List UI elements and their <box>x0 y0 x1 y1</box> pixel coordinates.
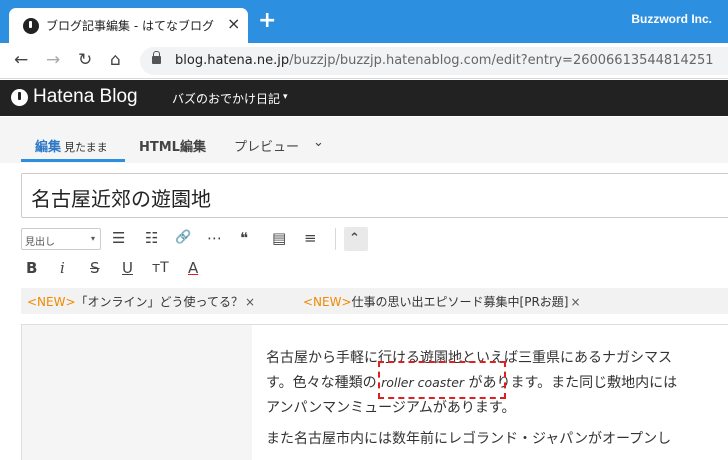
heading-select-value: 見出し <box>25 237 55 248</box>
close-icon: × <box>570 295 581 309</box>
editor-tabs: 編集 見たまま HTML編集 プレビュー <box>0 117 728 163</box>
tab-title: ブログ記事編集 - はてなブログ <box>46 19 214 33</box>
table-icon[interactable]: ▤ <box>272 230 286 246</box>
blog-header: Hatena Blog バズのおでかけ日記 ▾ <box>0 80 728 116</box>
body-line-4: また名古屋市内には数年前にレゴランド・ジャパンがオープンし <box>266 431 672 447</box>
footnote-icon[interactable]: ≡ <box>304 230 317 246</box>
active-tab-indicator <box>21 159 125 162</box>
font-size-icon[interactable]: тT <box>152 260 169 276</box>
back-icon[interactable]: ← <box>14 51 28 69</box>
tab-html-edit[interactable]: HTML編集 <box>139 136 206 155</box>
blog-name-menu[interactable]: バズのおでかけ日記 <box>172 90 280 107</box>
address-bar[interactable]: blog.hatena.ne.jp/buzzjp/buzzjp.hatenabl… <box>140 47 728 75</box>
url-text: blog.hatena.ne.jp/buzzjp/buzzjp.hatenabl… <box>175 53 714 68</box>
italic-icon[interactable]: i <box>60 260 65 276</box>
brand-logo-text[interactable]: Hatena Blog <box>33 86 138 108</box>
quote-icon[interactable]: ❝ <box>240 230 248 246</box>
close-icon: × <box>244 295 256 309</box>
hatena-favicon-icon <box>23 18 39 34</box>
strikethrough-icon[interactable]: S <box>90 260 100 276</box>
underline-icon[interactable]: U <box>122 260 133 276</box>
forward-icon[interactable]: → <box>46 51 60 69</box>
tab-preview[interactable]: プレビュー <box>234 136 299 155</box>
bold-icon[interactable]: B <box>26 260 37 276</box>
notice-item-online[interactable]: <NEW>「オンライン」どう使ってる？ × <box>27 293 255 310</box>
browser-title-bar: ブログ記事編集 - はてなブログ × + Buzzword Inc. <box>0 0 728 43</box>
hatena-logo-icon <box>11 89 28 106</box>
text-color-icon[interactable]: A <box>188 260 198 276</box>
tab-edit[interactable]: 編集 見たまま <box>35 136 108 155</box>
home-icon[interactable]: ⌂ <box>110 51 121 69</box>
browser-toolbar: ← → ↻ ⌂ blog.hatena.ne.jp/buzzjp/buzzjp.… <box>0 43 728 79</box>
chevron-down-icon[interactable]: ▾ <box>283 92 288 102</box>
article-body-editor[interactable]: 名古屋から手軽に行ける遊園地といえば三重県にあるナガシマス す。色々な種類の r… <box>21 324 728 460</box>
browser-tab[interactable]: ブログ記事編集 - はてなブログ × <box>9 8 248 43</box>
article-title-input[interactable]: 名古屋近郊の遊園地 <box>21 173 728 218</box>
link-icon[interactable]: 🔗 <box>175 230 191 246</box>
editor-side-gutter <box>22 325 252 460</box>
window-profile-label: Buzzword Inc. <box>631 12 712 26</box>
close-tab-icon[interactable]: × <box>227 15 240 33</box>
selection-highlight-box <box>378 361 506 399</box>
read-more-icon[interactable]: ⋯ <box>207 230 222 246</box>
toolbar-divider <box>335 228 336 250</box>
notice-item-episode[interactable]: <NEW>仕事の思い出エピソード募集中[PRお題] × <box>303 293 581 310</box>
new-tab-button[interactable]: + <box>258 10 276 32</box>
heading-select[interactable]: 見出し ▾ <box>21 228 101 250</box>
collapse-toolbar-button[interactable]: ⌃ <box>344 227 368 251</box>
body-line-3: アンパンマンミュージアムがあります。 <box>266 400 516 416</box>
bullet-list-icon[interactable]: ☰ <box>112 230 125 246</box>
preview-chevron-down-icon[interactable]: ⌄ <box>313 135 324 150</box>
lock-icon <box>152 51 161 64</box>
reload-icon[interactable]: ↻ <box>78 51 92 69</box>
notice-bar: <NEW>「オンライン」どう使ってる？ × <NEW>仕事の思い出エピソード募集中… <box>21 288 728 314</box>
numbered-list-icon[interactable]: ☷ <box>145 230 158 246</box>
article-title-value: 名古屋近郊の遊園地 <box>31 187 211 211</box>
chevron-up-icon: ⌃ <box>349 231 360 246</box>
select-chevron-icon: ▾ <box>90 234 95 243</box>
